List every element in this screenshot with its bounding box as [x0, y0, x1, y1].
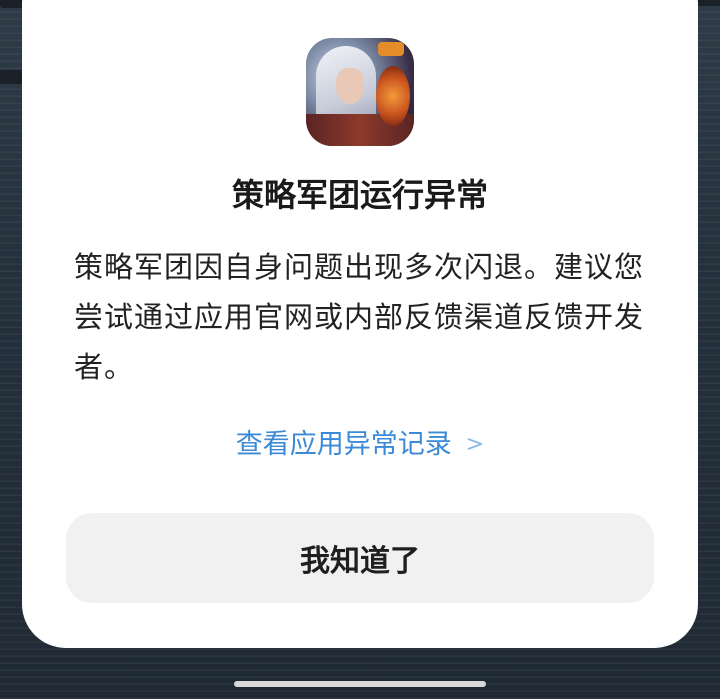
game-app-icon	[306, 38, 414, 146]
chevron-right-icon: >	[465, 432, 485, 457]
got-it-button[interactable]: 我知道了	[66, 513, 654, 603]
background-boat	[0, 70, 22, 84]
dialog-message: 策略军团因自身问题出现多次闪退。建议您尝试通过应用官网或内部反馈渠道反馈开发者。	[74, 250, 645, 384]
view-crash-records-label: 查看应用异常记录	[235, 429, 452, 460]
home-indicator[interactable]	[234, 681, 486, 687]
view-crash-records-link[interactable]: 查看应用异常记录 >	[22, 422, 698, 468]
crash-dialog: 策略军团运行异常 策略军团因自身问题出现多次闪退。建议您尝试通过应用官网或内部反…	[22, 0, 698, 648]
dialog-title: 策略军团运行异常	[231, 176, 488, 214]
